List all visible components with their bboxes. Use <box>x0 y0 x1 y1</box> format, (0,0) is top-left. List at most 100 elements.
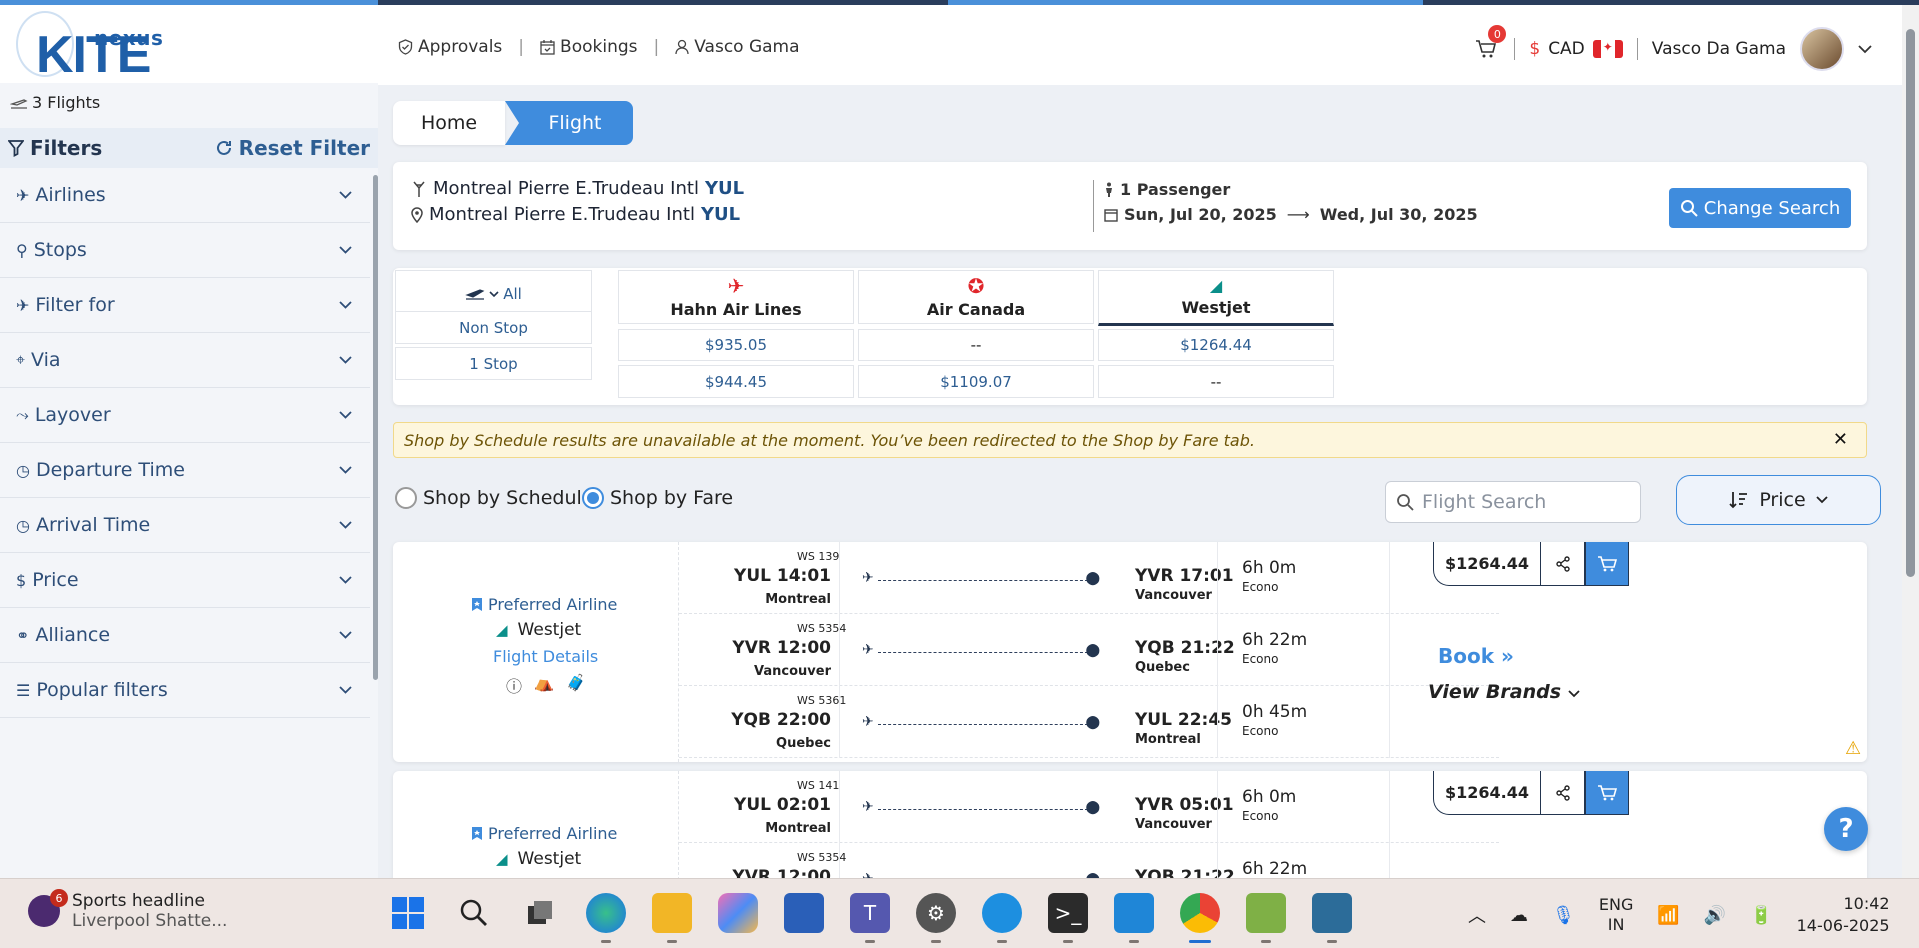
filter-item-stops[interactable]: ⚲ Stops <box>0 223 370 278</box>
clock[interactable]: 10:42 14-06-2025 <box>1797 893 1890 937</box>
preferred-airline-tag: Preferred Airline <box>471 824 617 843</box>
vscode-icon[interactable] <box>1114 893 1154 943</box>
trip-meta: 1 Passenger Sun, Jul 20, 2025 ⟶ Wed, Jul… <box>1093 180 1478 232</box>
info-icon[interactable]: ⓘ <box>506 673 522 697</box>
matrix-price-cell[interactable]: $944.45 <box>618 365 854 398</box>
currency-selector[interactable]: $ CAD <box>1529 39 1623 59</box>
divider <box>1389 843 1390 878</box>
volume-icon[interactable]: 🔊 <box>1704 905 1726 926</box>
filter-item-airlines[interactable]: ✈ Airlines <box>0 168 370 223</box>
seat-icon[interactable]: ⛺ <box>534 673 554 697</box>
language-primary: ENG <box>1598 895 1634 914</box>
baggage-icon[interactable]: 🧳 <box>566 673 586 697</box>
search-icon[interactable] <box>454 893 494 933</box>
page-scrollbar-thumb[interactable] <box>1906 29 1915 577</box>
share-icon <box>1555 555 1570 572</box>
task-view-icon[interactable] <box>520 893 560 933</box>
matrix-all-cell[interactable]: All <box>395 270 592 317</box>
reset-filter-button[interactable]: Reset Filter <box>215 136 370 160</box>
matrix-airline-hahn[interactable]: ✈ Hahn Air Lines <box>618 270 854 324</box>
nav-profile[interactable]: Vasco Gama <box>675 37 800 57</box>
avatar[interactable] <box>1800 27 1844 71</box>
file-explorer-icon[interactable] <box>652 893 692 943</box>
search-summary: Montreal Pierre E.Trudeau Intl YUL Montr… <box>393 162 1867 250</box>
battery-icon[interactable]: 🔋 <box>1750 905 1772 926</box>
filter-item-alliance[interactable]: ⚭ Alliance <box>0 608 370 663</box>
settings-gear-icon[interactable]: ⚙ <box>916 893 956 943</box>
breadcrumb-home[interactable]: Home <box>393 101 505 145</box>
result-card: Preferred Airline ◢ Westjet WS 141 YUL 02… <box>393 771 1867 878</box>
sort-dropdown[interactable]: Price <box>1676 475 1881 525</box>
view-brands-button[interactable]: View Brands <box>1428 681 1580 703</box>
departure-time: YQB 22:00 <box>731 710 831 730</box>
page-scrollbar[interactable] <box>1902 5 1919 878</box>
wifi-icon[interactable]: 📶 <box>1657 905 1679 926</box>
hahn-air-logo-icon: ✈ <box>727 273 745 298</box>
shop-by-schedule-radio[interactable]: Shop by Schedule <box>395 487 593 509</box>
shop-by-fare-radio[interactable]: Shop by Fare <box>582 487 733 509</box>
terminal-icon[interactable]: >_ <box>1048 893 1088 943</box>
add-to-cart-button[interactable] <box>1585 771 1629 815</box>
flight-segment: WS 5354YVR 12:00✈⬤YQB 21:226h 22m <box>679 843 1499 878</box>
nav-bookings[interactable]: Bookings <box>540 37 638 57</box>
windows-taskbar: 6 Sports headline Liverpool Shatte... T … <box>0 878 1919 948</box>
filter-item-departure-time[interactable]: ◷ Departure Time <box>0 443 370 498</box>
matrix-airline-westjet[interactable]: ◢ Westjet <box>1098 270 1334 326</box>
flights-count: 3 Flights <box>10 93 100 112</box>
language-region: IN <box>1607 915 1625 934</box>
cloud-icon[interactable]: ☁ <box>1510 905 1528 926</box>
news-widget[interactable]: 6 Sports headline Liverpool Shatte... <box>28 889 227 931</box>
filter-list: ✈ Airlines ⚲ Stops ✈ Filter for ⌖ Via ⤳ Layover ◷ D… <box>0 168 370 718</box>
filter-header: Filters Reset Filter <box>0 128 378 168</box>
cart-button[interactable]: 0 <box>1472 25 1507 63</box>
pin-icon: ⬤ <box>1085 643 1100 658</box>
language-indicator[interactable]: ENG IN <box>1599 895 1633 935</box>
matrix-airline-aircanada[interactable]: ✪ Air Canada <box>858 270 1094 324</box>
divider <box>839 614 840 686</box>
search-icon <box>1397 494 1414 511</box>
start-icon[interactable] <box>388 893 428 933</box>
plane-icon: ✈ <box>862 871 874 878</box>
change-search-button[interactable]: Change Search <box>1669 188 1851 228</box>
filter-item-price[interactable]: $ Price <box>0 553 370 608</box>
store-icon[interactable] <box>784 893 824 933</box>
help-button[interactable]: ? <box>1824 807 1868 851</box>
list-icon: ☰ <box>16 680 31 700</box>
preferred-airline-label: Preferred Airline <box>488 824 618 843</box>
layover-icon: ⤳ <box>16 405 29 424</box>
matrix-price-cell[interactable]: $1109.07 <box>858 365 1094 398</box>
edge-icon[interactable] <box>586 893 626 943</box>
divider <box>839 771 840 843</box>
close-icon[interactable]: ✕ <box>1833 429 1848 450</box>
nav-approvals[interactable]: Approvals <box>398 37 502 57</box>
add-to-cart-button[interactable] <box>1585 542 1629 586</box>
chrome-icon[interactable] <box>1180 893 1220 943</box>
share-button[interactable] <box>1541 771 1585 815</box>
pin-icon: ⬤ <box>1085 715 1100 730</box>
share-icon <box>1555 784 1570 801</box>
matrix-price-cell[interactable]: $1264.44 <box>1098 329 1334 361</box>
chevron-up-icon[interactable]: ︿ <box>1468 902 1486 928</box>
chevron-down-icon[interactable] <box>1858 44 1872 54</box>
funnel-icon <box>8 140 24 157</box>
share-button[interactable] <box>1541 542 1585 586</box>
teams-icon[interactable]: T <box>850 893 890 943</box>
logo[interactable]: KITE nexus <box>0 5 378 83</box>
filter-item-via[interactable]: ⌖ Via <box>0 333 370 388</box>
docker-icon[interactable] <box>982 893 1022 943</box>
filter-item-arrival-time[interactable]: ◷ Arrival Time <box>0 498 370 553</box>
filter-item-filter-for[interactable]: ✈ Filter for <box>0 278 370 333</box>
flight-search-input[interactable]: Flight Search <box>1385 481 1641 523</box>
matrix-price-cell[interactable]: $935.05 <box>618 329 854 361</box>
copilot-icon[interactable] <box>718 893 758 933</box>
matrix-row-nonstop[interactable]: Non Stop <box>395 311 592 344</box>
warning-icon[interactable]: ⚠ <box>1845 738 1861 759</box>
filter-item-popular-filters[interactable]: ☰ Popular filters <box>0 663 370 718</box>
matrix-row-1stop[interactable]: 1 Stop <box>395 347 592 380</box>
database-app-icon[interactable] <box>1312 893 1352 943</box>
filter-item-layover[interactable]: ⤳ Layover <box>0 388 370 443</box>
chart-app-icon[interactable] <box>1246 893 1286 943</box>
book-button[interactable]: Book » <box>1438 644 1514 668</box>
flight-details-link[interactable]: Flight Details <box>493 647 598 666</box>
microphone-icon[interactable]: 🎙 <box>1552 905 1575 926</box>
